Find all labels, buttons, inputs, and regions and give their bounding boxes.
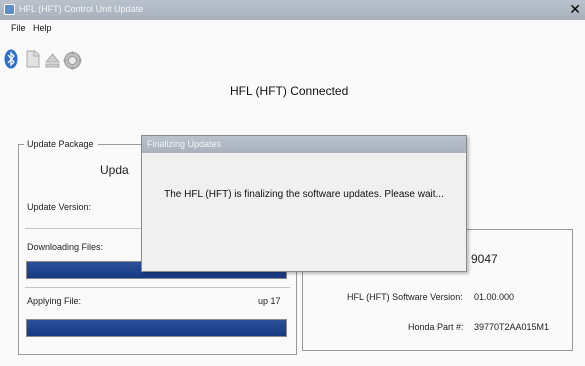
finalizing-dialog: Finalizing Updates The HFL (HFT) is fina… [141,135,467,272]
document-icon[interactable] [25,50,40,68]
separator [25,228,142,229]
title-bar: HFL (HFT) Control Unit Update ✕ [0,0,585,20]
group-border [302,272,303,350]
group-border [296,272,297,354]
downloading-label: Downloading Files: [27,242,104,252]
update-header: Upda [100,163,129,177]
update-package-label: Update Package [27,139,94,149]
device-id: 9047 [471,252,498,266]
part-number-value: 39770T2AA015M1 [474,322,550,332]
dialog-title: Finalizing Updates [147,139,222,149]
menu-bar: File Help [0,20,585,37]
window-title: HFL (HFT) Control Unit Update [19,4,144,14]
update-version-label: Update Version: [27,202,92,212]
group-border [98,144,142,145]
group-border [18,354,297,355]
gear-icon[interactable] [63,51,82,70]
group-border [572,229,573,350]
separator [25,287,290,288]
dialog-title-bar: Finalizing Updates [142,136,466,153]
eject-icon[interactable] [45,53,60,68]
applying-label: Applying File: [27,296,82,306]
applying-progress [26,319,287,337]
applying-file: up 17 [258,296,281,306]
software-version-value: 01.00.000 [474,292,515,302]
applying-progress-fill [27,320,286,336]
group-border [18,144,19,354]
menu-file[interactable]: File [11,23,26,33]
software-version-label: HFL (HFT) Software Version: [347,292,463,302]
group-border [302,350,573,351]
menu-help[interactable]: Help [33,23,52,33]
bluetooth-icon[interactable] [4,49,18,69]
app-icon [4,4,15,15]
part-number-label: Honda Part #: [408,322,464,332]
connection-status: HFL (HFT) Connected [230,84,349,98]
close-icon[interactable]: ✕ [569,1,581,17]
dialog-message: The HFL (HFT) is finalizing the software… [164,189,444,200]
